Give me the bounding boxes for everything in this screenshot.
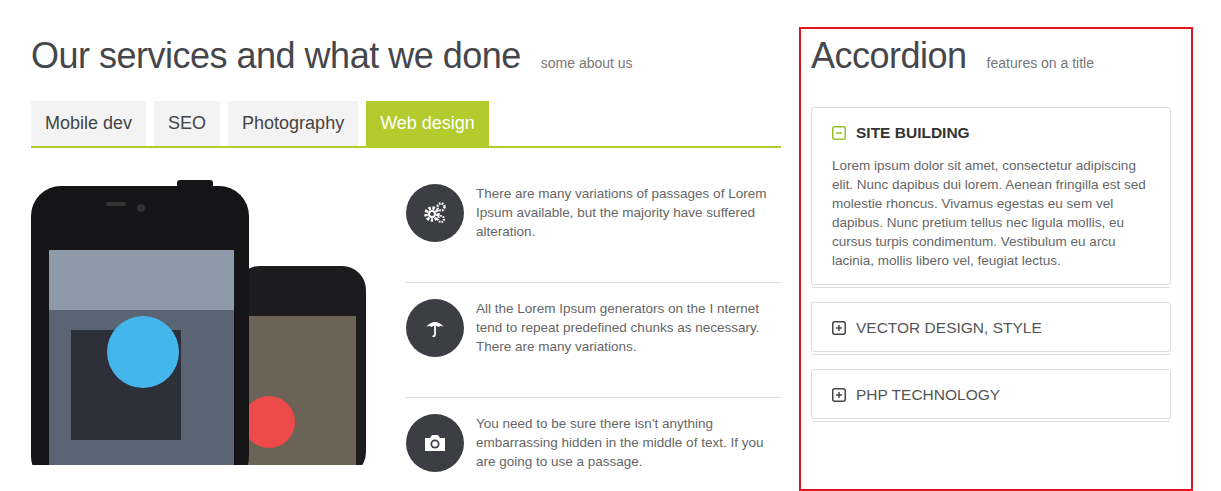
- plus-icon: [832, 321, 846, 335]
- tab[interactable]: Photography: [228, 101, 358, 146]
- feature-item: All the Lorem Ipsum generators on the I …: [406, 295, 781, 398]
- accordion-header[interactable]: VECTOR DESIGN, STYLE: [812, 303, 1170, 351]
- accordion-label: PHP TECHNOLOGY: [856, 386, 1000, 404]
- accordion-label: SITE BUILDING: [856, 124, 970, 142]
- umbrella-icon: [424, 317, 446, 339]
- gears-icon: [423, 201, 447, 225]
- phones-picture: [31, 180, 366, 465]
- accordion-header[interactable]: SITE BUILDING: [812, 108, 1170, 156]
- services-section: Our services and what we done some about …: [31, 27, 781, 491]
- page: Our services and what we done some about …: [0, 0, 1221, 491]
- feature-text: All the Lorem Ipsum generators on the I …: [476, 299, 781, 356]
- accordion-panel: Accordion features on a title SITE BUILDIN…: [799, 27, 1193, 491]
- feature-badge: [406, 299, 464, 357]
- services-title: Our services and what we done: [31, 35, 521, 77]
- plus-icon: [832, 388, 846, 402]
- accordion-title: Accordion: [811, 35, 967, 77]
- feature-item: There are many variations of passages of…: [406, 180, 781, 283]
- feature-badge: [406, 414, 464, 472]
- services-subtitle: some about us: [541, 55, 633, 71]
- services-heading: Our services and what we done some about …: [31, 27, 781, 93]
- accordion-heading: Accordion features on a title: [811, 29, 1171, 93]
- feature-text: There are many variations of passages of…: [476, 184, 781, 241]
- accordion-header[interactable]: PHP TECHNOLOGY: [812, 370, 1170, 418]
- tab[interactable]: Web design: [366, 101, 489, 146]
- tab[interactable]: Mobile dev: [31, 101, 146, 146]
- feature-badge: [406, 184, 464, 242]
- tab-content: There are many variations of passages of…: [31, 180, 781, 491]
- accordion-body: Lorem ipsum dolor sit amet, consectetur …: [812, 156, 1170, 284]
- accordion-item: SITE BUILDING Lorem ipsum dolor sit amet,…: [811, 107, 1171, 285]
- accordion-label: VECTOR DESIGN, STYLE: [856, 319, 1042, 337]
- accordion-subtitle: features on a title: [987, 55, 1094, 71]
- accordion-item: PHP TECHNOLOGY: [811, 369, 1171, 419]
- feature-item: You need to be sure there isn't anything…: [406, 410, 781, 491]
- feature-text: You need to be sure there isn't anything…: [476, 414, 781, 471]
- feature-list: There are many variations of passages of…: [406, 180, 781, 491]
- minus-icon: [832, 126, 846, 140]
- accordion-item: VECTOR DESIGN, STYLE: [811, 302, 1171, 352]
- camera-icon: [423, 432, 447, 454]
- tab[interactable]: SEO: [154, 101, 220, 146]
- tab-bar: Mobile devSEOPhotographyWeb design: [31, 101, 781, 148]
